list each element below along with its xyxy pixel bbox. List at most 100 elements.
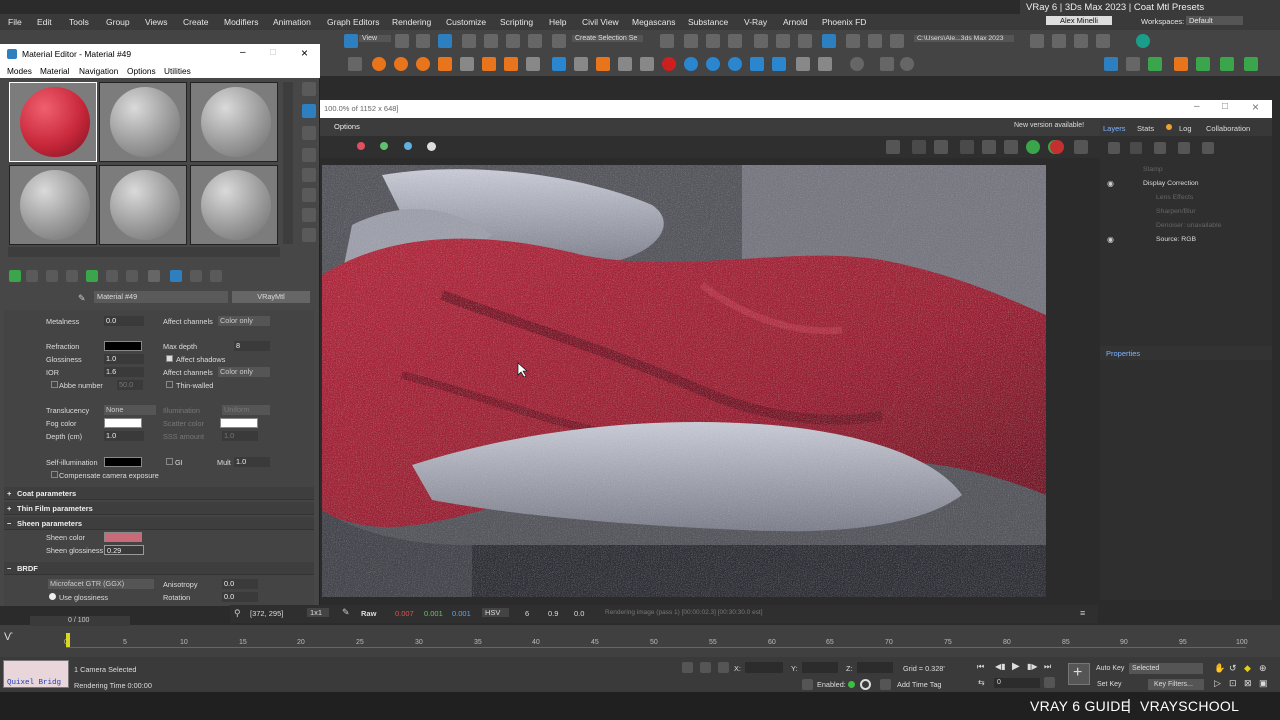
vfb-titlebar[interactable]: 100.0% of 1152 x 648] – □ × [320, 100, 1272, 118]
menu-create[interactable]: Create [183, 17, 209, 27]
time-slider-bar[interactable]: 0 / 100 [30, 616, 130, 626]
affect-shadows-checkbox[interactable] [166, 355, 173, 362]
set-key-button[interactable]: Set Key [1097, 681, 1122, 688]
make-unique-icon[interactable] [86, 270, 98, 282]
edit-named-icon[interactable] [552, 34, 566, 48]
menu-tools[interactable]: Tools [69, 17, 89, 27]
eye-icon[interactable]: ◉ [1107, 235, 1114, 244]
put-to-scene-icon[interactable] [26, 270, 38, 282]
menu-help[interactable]: Help [549, 17, 566, 27]
render-frame-icon[interactable] [846, 34, 860, 48]
render-image[interactable] [322, 165, 1046, 597]
vray-water-icon[interactable] [772, 57, 786, 71]
new-version-notice[interactable]: New version available! [1014, 122, 1084, 129]
material-slot-3[interactable] [190, 82, 278, 162]
close-icon[interactable]: × [301, 46, 308, 60]
menu-vray[interactable]: V-Ray [744, 17, 767, 27]
zoom-dropdown[interactable]: 1x1 [307, 608, 330, 617]
info-icon[interactable] [900, 57, 914, 71]
vray-scatter-icon[interactable] [706, 57, 720, 71]
color-picker-icon[interactable]: ✎ [342, 607, 350, 618]
gi-checkbox[interactable] [166, 458, 173, 465]
add-time-tag-label[interactable]: Add Time Tag [897, 680, 941, 689]
menu-modifiers[interactable]: Modifiers [224, 17, 258, 27]
rotate-icon[interactable] [438, 34, 452, 48]
vray-volume-icon[interactable] [750, 57, 764, 71]
goto-start-icon[interactable]: ⏮ [977, 662, 984, 672]
region-render-icon[interactable] [934, 140, 948, 154]
next-frame-icon[interactable]: ▮▶ [1027, 662, 1038, 671]
red-channel-icon[interactable] [357, 142, 365, 150]
goto-end-icon[interactable]: ⏭ [1044, 662, 1051, 672]
backlight-icon[interactable] [302, 104, 316, 118]
eye-icon[interactable]: ◉ [1107, 179, 1114, 188]
menu-edit[interactable]: Edit [37, 17, 52, 27]
vray-ies-icon[interactable] [504, 57, 518, 71]
vray-proxy-icon[interactable] [552, 57, 566, 71]
project-folder-icon[interactable] [1030, 34, 1044, 48]
tab-log[interactable]: Log [1179, 124, 1192, 133]
render-last-icon[interactable] [1074, 140, 1088, 154]
vray-decal-icon[interactable] [684, 57, 698, 71]
key-set-dropdown[interactable]: Selected [1129, 663, 1203, 674]
thin-walled-checkbox[interactable] [166, 381, 173, 388]
check-icon[interactable] [1136, 34, 1150, 48]
save-image-icon[interactable] [886, 140, 900, 154]
translucency-dropdown[interactable]: None [104, 405, 156, 415]
list-icon[interactable]: ≡ [1080, 608, 1085, 618]
maximize-icon[interactable]: □ [270, 47, 276, 58]
preview-icon[interactable] [302, 188, 316, 202]
abbe-field[interactable]: 50.0 [117, 380, 143, 390]
tab-stats[interactable]: Stats [1137, 124, 1154, 133]
menu-graph-editors[interactable]: Graph Editors [327, 17, 379, 27]
crop-icon[interactable] [982, 140, 996, 154]
vray-dome-icon[interactable] [482, 57, 496, 71]
ribbon-icon[interactable] [728, 34, 742, 48]
metalness-field[interactable]: 0.0 [104, 316, 144, 326]
fetch-icon[interactable] [1096, 34, 1110, 48]
panel-display-icon[interactable] [1196, 57, 1210, 71]
menu-substance[interactable]: Substance [688, 17, 728, 27]
vray-sphere-icon[interactable] [618, 57, 632, 71]
z-field[interactable] [857, 662, 893, 673]
layer-explorer-icon[interactable] [706, 34, 720, 48]
glossiness-field[interactable]: 1.0 [104, 354, 144, 364]
sss-amount-field[interactable]: 1.0 [222, 431, 258, 441]
ior-field[interactable]: 1.6 [104, 367, 144, 377]
material-slot-4[interactable] [9, 165, 97, 245]
vray-plane-icon[interactable] [596, 57, 610, 71]
mirror-icon[interactable] [660, 34, 674, 48]
layer-item[interactable]: Stamp [1143, 166, 1163, 173]
affect-channels-dropdown-2[interactable]: Color only [218, 367, 270, 377]
menu-file[interactable]: File [8, 17, 22, 27]
slots-scrollbar[interactable] [283, 82, 293, 244]
close-icon[interactable]: × [1252, 100, 1259, 114]
track-mouse-icon[interactable] [1004, 140, 1018, 154]
vray-settings-icon[interactable] [880, 57, 894, 71]
time-tag-icon[interactable] [802, 679, 813, 690]
menu-animation[interactable]: Animation [273, 17, 311, 27]
depth-field[interactable]: 1.0 [104, 431, 144, 441]
layer-item[interactable]: Source: RGB [1156, 236, 1196, 243]
vfb-options-menu[interactable]: Options [334, 122, 360, 131]
zoom-extents-icon[interactable]: ✋ [1214, 663, 1225, 674]
load-layer-icon[interactable] [1130, 142, 1142, 154]
sheen-gloss-field[interactable]: 0.29 [104, 545, 144, 555]
material-editor-titlebar[interactable]: Material Editor - Material #49 – □ × [0, 44, 320, 64]
reset-icon[interactable] [66, 270, 78, 282]
teapot-icon[interactable] [890, 34, 904, 48]
material-slot-6[interactable] [190, 165, 278, 245]
vray-render-icon[interactable] [372, 57, 386, 71]
brdf-type-dropdown[interactable]: Microfacet GTR (GGX) [48, 579, 154, 589]
color-mode-dropdown[interactable]: HSV [482, 608, 510, 617]
panel-motion-icon[interactable] [1174, 57, 1188, 71]
max-logo-icon[interactable]: Ѵ [4, 631, 13, 643]
spinner-snap-icon[interactable] [528, 34, 542, 48]
hold-icon[interactable] [1074, 34, 1088, 48]
scatter-color-swatch[interactable] [220, 418, 258, 428]
material-slot-1[interactable] [9, 82, 97, 162]
add-tag-icon[interactable] [880, 679, 891, 690]
background-icon[interactable] [302, 126, 316, 140]
green-channel-icon[interactable] [380, 142, 388, 150]
get-material-icon[interactable] [9, 270, 21, 282]
